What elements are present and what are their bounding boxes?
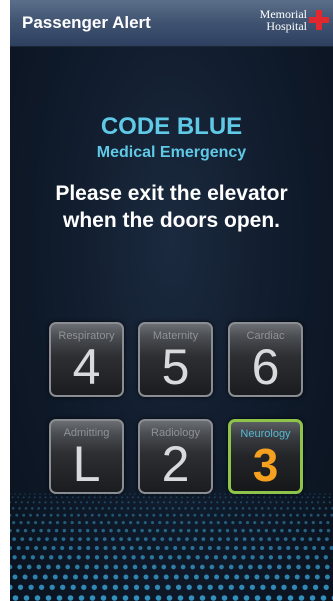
floor-number: 3 xyxy=(252,439,279,491)
hospital-logo: Memorial Hospital xyxy=(249,8,331,40)
header-bar: Passenger Alert Memorial Hospital xyxy=(10,0,333,47)
alert-message-line-1: Please exit the elevator xyxy=(55,182,288,205)
floor-button-neurology-active[interactable]: Neurology 3 xyxy=(228,419,303,494)
floor-number: 2 xyxy=(161,436,190,492)
floor-button-respiratory[interactable]: Respiratory 4 xyxy=(49,322,124,397)
floor-number: 6 xyxy=(251,339,280,395)
floor-number: L xyxy=(72,436,101,492)
alert-type: Medical Emergency xyxy=(96,144,247,161)
alert-code: CODE BLUE xyxy=(100,113,243,140)
decorative-dot-pattern xyxy=(10,493,333,601)
red-cross-icon xyxy=(309,10,329,30)
floor-number: 4 xyxy=(72,339,101,395)
alert-message: Please exit the elevator when the doors … xyxy=(10,180,333,234)
logo-text: Memorial Hospital xyxy=(260,8,307,32)
floor-number: 5 xyxy=(161,339,190,395)
alert-message-line-2: when the doors open. xyxy=(62,209,280,232)
logo-line-2: Hospital xyxy=(266,19,307,33)
app-screen: Passenger Alert Memorial Hospital CODE B… xyxy=(10,0,333,601)
floor-button-maternity[interactable]: Maternity 5 xyxy=(138,322,213,397)
floor-button-cardiac[interactable]: Cardiac 6 xyxy=(228,322,303,397)
header-title: Passenger Alert xyxy=(22,13,151,32)
floor-button-admitting[interactable]: Admitting L xyxy=(49,419,124,494)
floor-button-radiology[interactable]: Radiology 2 xyxy=(138,419,213,494)
